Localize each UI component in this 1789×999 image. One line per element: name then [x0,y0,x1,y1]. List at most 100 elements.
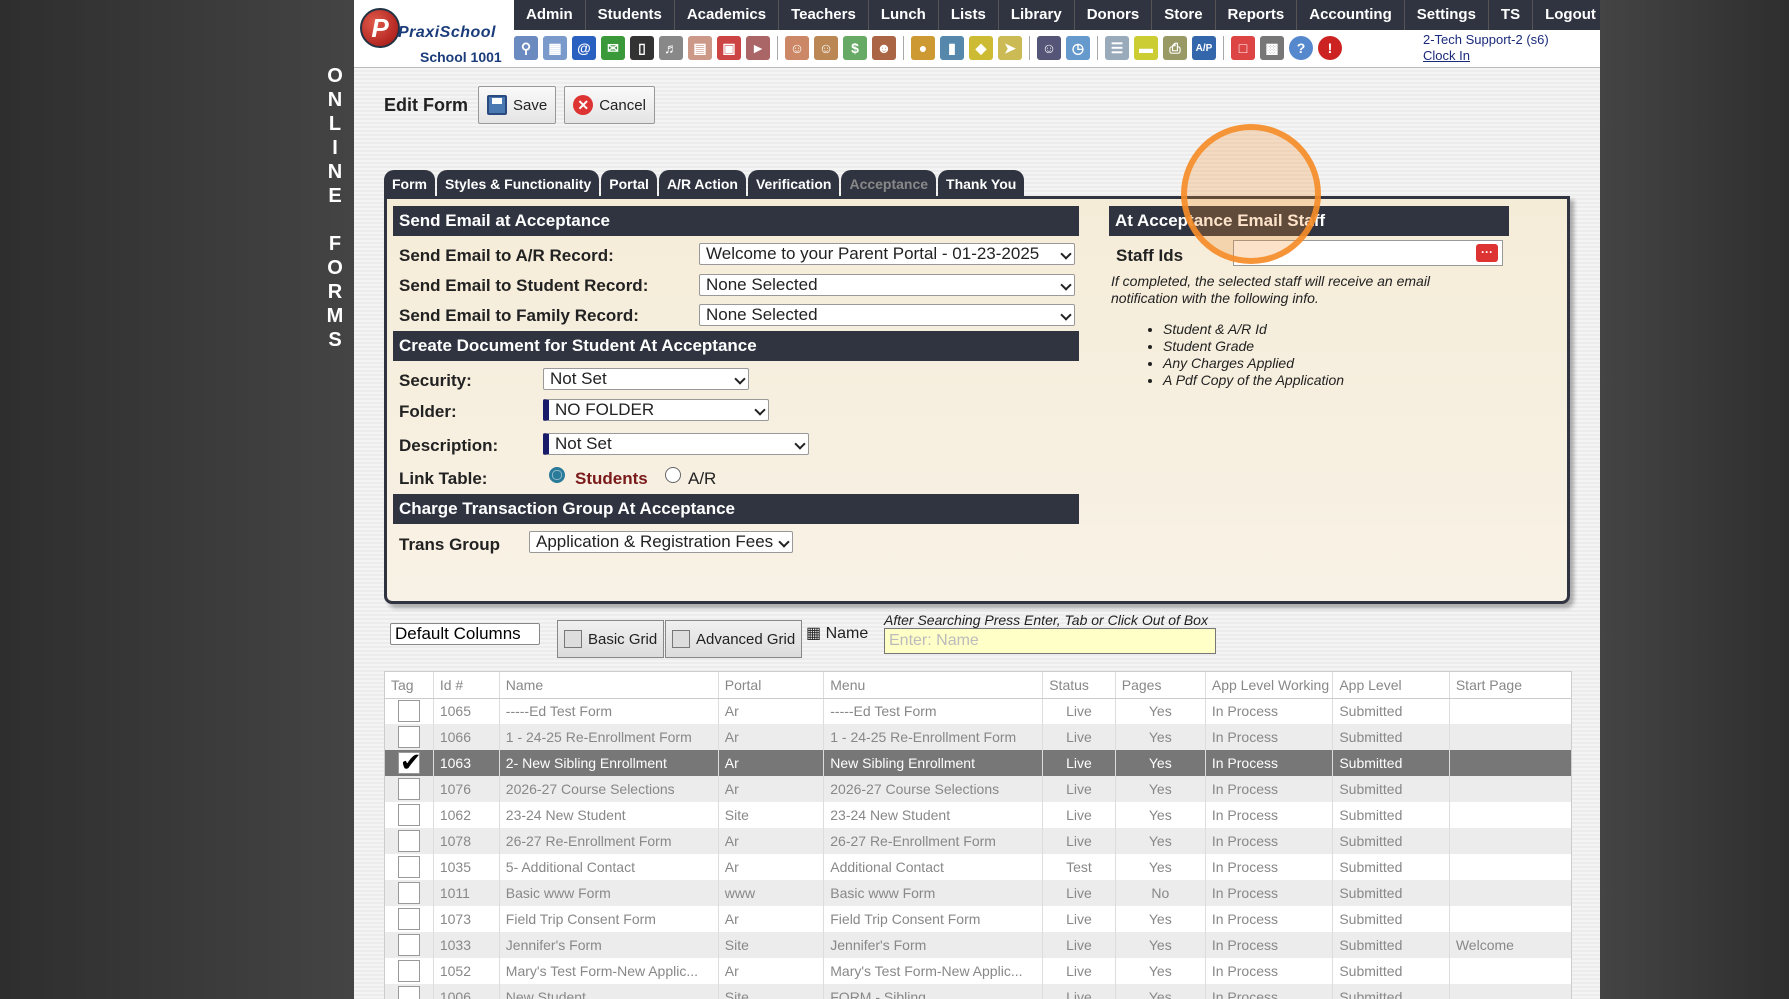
menu-item-logout[interactable]: Logout [1533,0,1600,30]
folder-select[interactable]: NO FOLDER [543,399,769,421]
table-row[interactable]: 1011 Basic www Form www Basic www Form Live N… [385,880,1571,906]
column-header[interactable]: Start Page [1449,672,1571,699]
menu-item-store[interactable]: Store [1152,0,1216,30]
table-row[interactable]: 1065 -----Ed Test Form Ar -----Ed Test Form… [385,698,1571,724]
row-checkbox[interactable] [397,804,420,826]
table-row[interactable]: 1062 23-24 New Student Site 23-24 New Stude… [385,802,1571,828]
email-icon[interactable]: @ [572,36,596,60]
menu-item-accounting[interactable]: Accounting [1297,0,1405,30]
menu-item-library[interactable]: Library [999,0,1075,30]
description-select[interactable]: Not Set [543,433,809,455]
family-icon[interactable]: ☻ [872,36,896,60]
column-header[interactable]: App Level Working [1205,672,1334,699]
column-header[interactable]: Menu [823,672,1044,699]
menu-item-donors[interactable]: Donors [1075,0,1153,30]
column-header[interactable]: Tag [385,672,434,699]
staff-ids-input[interactable]: ··· [1233,240,1503,266]
menu-item-teachers[interactable]: Teachers [779,0,869,30]
speaker-icon[interactable]: ♬ [659,36,683,60]
teacher-icon[interactable]: ☺ [814,36,838,60]
tab-portal[interactable]: Portal [601,170,657,196]
row-checkbox[interactable] [397,726,420,748]
chat-icon[interactable]: ✉ [601,36,625,60]
row-checkbox[interactable] [397,778,420,800]
name-search-input[interactable]: Enter: Name [884,628,1216,654]
table-row[interactable]: 1066 1 - 24-25 Re-Enrollment Form Ar 1 - 24… [385,724,1571,750]
book-icon[interactable]: ▮ [940,36,964,60]
menu-item-admin[interactable]: Admin [514,0,586,30]
cancel-button[interactable]: ✕ Cancel [564,86,655,124]
table-row[interactable]: 1052 Mary's Test Form-New Applic... Ar Mary… [385,958,1571,984]
list-icon[interactable]: ☰ [1105,36,1129,60]
column-header[interactable]: Name [499,672,719,699]
more-options-icon[interactable]: ··· [1476,244,1498,262]
row-checkbox[interactable] [397,960,420,982]
menu-item-students[interactable]: Students [586,0,675,30]
ar-email-select[interactable]: Welcome to your Parent Portal - 01-23-20… [699,243,1075,265]
pdf-icon[interactable]: □ [1231,36,1255,60]
student-email-select[interactable]: None Selected [699,274,1075,296]
tab-acceptance[interactable]: Acceptance [841,170,937,196]
column-header[interactable]: App Level [1332,672,1450,699]
power-icon[interactable]: ! [1318,36,1342,60]
card-icon[interactable]: ▬ [1134,36,1158,60]
table-row[interactable]: 1035 5- Additional Contact Ar Additional Co… [385,854,1571,880]
help-icon[interactable]: ? [1289,36,1313,60]
tab-form[interactable]: Form [384,170,435,196]
menu-item-settings[interactable]: Settings [1405,0,1489,30]
megaphone-icon[interactable]: ► [746,36,770,60]
menu-item-lunch[interactable]: Lunch [869,0,939,30]
menu-item-ts[interactable]: TS [1489,0,1534,30]
row-checkbox[interactable] [397,908,420,930]
calendar-icon[interactable]: ▣ [717,36,741,60]
table-row[interactable]: 1033 Jennifer's Form Site Jennifer's Form Li… [385,932,1571,958]
menu-item-reports[interactable]: Reports [1216,0,1298,30]
clock-in-link[interactable]: Clock In [1423,48,1549,64]
ap-icon[interactable]: A/P [1192,36,1216,60]
trans-group-select[interactable]: Application & Registration Fees [529,531,793,553]
tag-icon[interactable]: ◆ [969,36,993,60]
lunch-icon[interactable]: ● [911,36,935,60]
column-header[interactable]: Pages [1115,672,1206,699]
money-icon[interactable]: $ [843,36,867,60]
search-icon[interactable]: ⚲ [514,36,538,60]
column-header[interactable]: Id # [433,672,500,699]
ar-radio-label[interactable]: A/R [688,469,716,489]
column-header[interactable]: Portal [718,672,825,699]
tab-verification[interactable]: Verification [747,170,840,196]
students-radio[interactable] [549,467,565,483]
security-select[interactable]: Not Set [543,368,749,390]
basic-grid-button[interactable]: Basic Grid [557,620,665,658]
ar-radio[interactable] [665,467,681,483]
column-header[interactable]: Status [1042,672,1116,699]
cash-register-icon[interactable]: ▩ [1260,36,1284,60]
table-row[interactable]: 1073 Field Trip Consent Form Ar Field Trip … [385,906,1571,932]
staff-icon[interactable]: ☺ [1037,36,1061,60]
menu-item-lists[interactable]: Lists [939,0,999,30]
row-checkbox[interactable] [397,856,420,878]
tab-styles-functionality[interactable]: Styles & Functionality [437,170,600,196]
printer-icon[interactable]: ⎙ [1163,36,1187,60]
student-icon[interactable]: ☺ [785,36,809,60]
table-row[interactable]: 10632- New Sibling EnrollmentArNew Sibli… [385,750,1571,776]
phone-icon[interactable]: ▯ [630,36,654,60]
school-logo[interactable]: P PraxiSchool School 1001 [358,4,508,65]
row-checkbox[interactable] [397,700,420,723]
forward-icon[interactable]: ➤ [998,36,1022,60]
table-row[interactable]: 1076 2026-27 Course Selections Ar 2026-27 C… [385,776,1571,802]
students-radio-label[interactable]: Students [575,469,648,489]
row-checkbox[interactable] [397,750,422,776]
menu-item-academics[interactable]: Academics [675,0,780,30]
save-button[interactable]: Save [478,86,557,124]
tab-a-r-action[interactable]: A/R Action [658,170,746,196]
row-checkbox[interactable] [397,934,420,956]
table-row[interactable]: 1078 26-27 Re-Enrollment Form Ar 26-27 Re-E… [385,828,1571,854]
advanced-grid-button[interactable]: Advanced Grid [665,620,803,658]
clock-icon[interactable]: ◷ [1066,36,1090,60]
report-icon[interactable]: ▤ [688,36,712,60]
table-row[interactable]: 1006 New Student Site FORM - Sibling Live Yes… [385,984,1571,999]
row-checkbox[interactable] [397,882,420,904]
calendar-grid-icon[interactable]: ▦ [543,36,567,60]
columns-select[interactable]: Default Columns [390,623,540,645]
row-checkbox[interactable] [397,830,420,852]
